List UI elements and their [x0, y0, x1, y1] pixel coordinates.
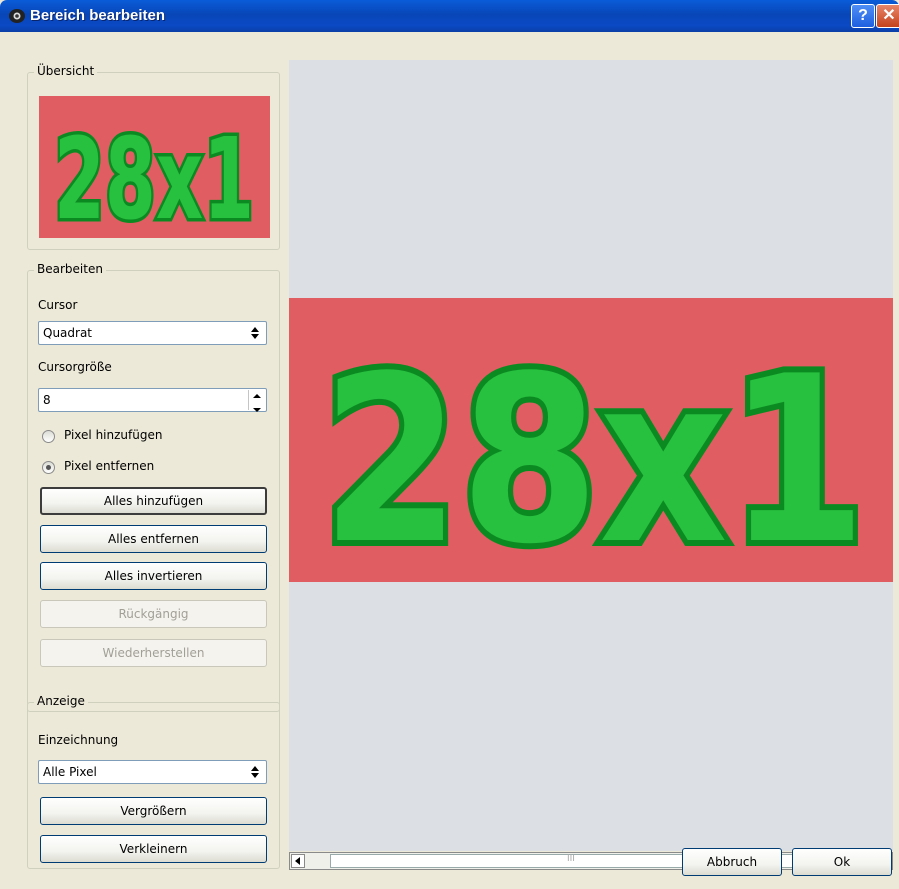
cursor-size-stepper — [248, 390, 265, 412]
display-legend: Anzeige — [34, 694, 88, 708]
left-arrow-icon — [295, 857, 300, 865]
mask-canvas[interactable]: 28x1 — [289, 60, 893, 851]
cursor-size-value: 8 — [43, 393, 51, 407]
drawing-label: Einzeichnung — [38, 733, 119, 747]
app-icon — [9, 9, 25, 23]
cursor-size-spinbox[interactable]: 8 — [38, 388, 267, 412]
ok-button[interactable]: Ok — [792, 848, 892, 876]
radio-add-pixels[interactable] — [42, 430, 55, 443]
add-all-button[interactable]: Alles hinzufügen — [40, 487, 267, 515]
cursor-shape-select[interactable]: Quadrat — [38, 321, 267, 345]
help-button[interactable]: ? — [851, 4, 875, 28]
mask-image[interactable]: 28x1 — [289, 298, 893, 582]
spin-up-icon[interactable] — [249, 391, 265, 401]
radio-remove-pixels[interactable] — [42, 461, 55, 474]
radio-selected-dot — [46, 465, 51, 470]
mask-preview-text: 28x1 — [322, 328, 867, 582]
display-group: Anzeige Einzeichnung Alle Pixel Vergröße… — [27, 694, 280, 869]
edit-legend: Bearbeiten — [34, 262, 106, 276]
cancel-button[interactable]: Abbruch — [682, 848, 782, 876]
overview-group: Übersicht 28x1 — [27, 64, 280, 250]
drawing-mode-select[interactable]: Alle Pixel — [38, 760, 267, 784]
drawing-mode-value: Alle Pixel — [43, 765, 97, 779]
dialog-title: Bereich bearbeiten — [30, 7, 166, 24]
dialog-titlebar[interactable]: Bereich bearbeiten ? ✕ — [0, 0, 899, 32]
scroll-left-button[interactable] — [291, 854, 305, 868]
updown-arrows-icon — [251, 327, 259, 339]
cursor-shape-value: Quadrat — [43, 326, 93, 340]
undo-button[interactable]: Rückgängig — [40, 600, 267, 628]
zoom-out-button[interactable]: Verkleinern — [40, 835, 267, 863]
updown-arrows-icon — [251, 766, 259, 778]
invert-all-button[interactable]: Alles invertieren — [40, 562, 267, 590]
cursor-size-label: Cursorgröße — [38, 360, 112, 374]
overview-thumbnail: 28x1 — [39, 96, 270, 238]
close-button[interactable]: ✕ — [876, 4, 899, 28]
edit-group: Bearbeiten Cursor Quadrat Cursorgröße 8 … — [27, 262, 280, 712]
scroll-grip: III — [567, 854, 575, 864]
radio-remove-pixels-label[interactable]: Pixel entfernen — [64, 459, 154, 473]
zoom-in-button[interactable]: Vergrößern — [40, 797, 267, 825]
redo-button[interactable]: Wiederherstellen — [40, 639, 267, 667]
remove-all-button[interactable]: Alles entfernen — [40, 525, 267, 553]
radio-add-pixels-label[interactable]: Pixel hinzufügen — [64, 428, 162, 442]
overview-preview-text: 28x1 — [54, 115, 254, 238]
overview-legend: Übersicht — [34, 64, 98, 78]
dialog-client: Übersicht 28x1 Bearbeiten Cursor Quadrat… — [0, 32, 899, 889]
cursor-label: Cursor — [38, 298, 78, 312]
spin-down-icon[interactable] — [249, 405, 265, 415]
